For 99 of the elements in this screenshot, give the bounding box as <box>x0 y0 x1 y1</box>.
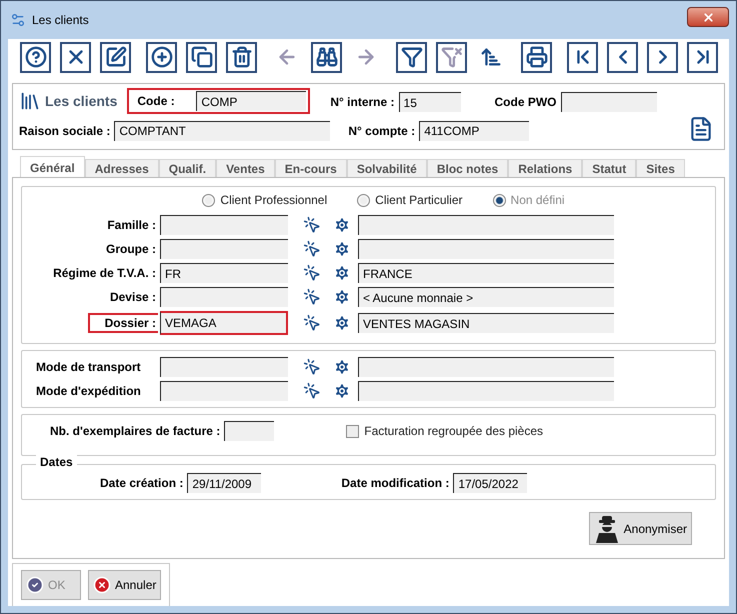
edit-button[interactable] <box>100 42 131 72</box>
tab[interactable]: Ventes <box>216 159 275 178</box>
field-label: Mode d'expédition <box>35 384 142 398</box>
creation-date-field[interactable]: 29/11/2009 <box>187 473 262 493</box>
code-field[interactable]: VEMAGA <box>160 311 288 335</box>
delete-button[interactable] <box>226 42 257 72</box>
add-button[interactable] <box>146 42 177 72</box>
description-field[interactable] <box>358 381 614 401</box>
sort-icon <box>480 46 502 68</box>
code-field[interactable] <box>160 215 288 235</box>
grouped-invoicing-checkbox[interactable]: Facturation regroupée des pièces <box>346 424 544 438</box>
code-field[interactable] <box>160 287 288 307</box>
field-label: Groupe : <box>105 242 157 256</box>
filter-remove-icon <box>440 46 462 68</box>
tab[interactable]: Adresses <box>84 159 159 178</box>
tab[interactable]: Solvabilité <box>346 159 427 178</box>
internal-number-field[interactable]: 15 <box>398 92 461 112</box>
settings-icon[interactable] <box>333 358 351 376</box>
code-field[interactable]: COMP <box>196 91 306 111</box>
modification-date-field[interactable]: 17/05/2022 <box>453 473 528 493</box>
tab[interactable]: Statut <box>582 159 636 178</box>
description-field[interactable]: VENTES MAGASIN <box>358 313 614 333</box>
next-button[interactable] <box>647 42 678 72</box>
settings-icon[interactable] <box>333 382 351 400</box>
settings-icon[interactable] <box>333 216 351 234</box>
print-icon <box>526 46 548 68</box>
invoice-copies-field[interactable] <box>224 421 274 441</box>
modification-date-label: Date modification : <box>341 476 450 490</box>
pwo-code-field[interactable] <box>560 92 657 112</box>
select-icon[interactable] <box>303 216 321 234</box>
tab[interactable]: Qualif. <box>158 159 216 178</box>
cancel-button[interactable]: Annuler <box>88 570 162 600</box>
description-field[interactable]: FRANCE <box>358 263 614 283</box>
close-button[interactable] <box>60 42 91 72</box>
description-field[interactable] <box>358 239 614 259</box>
close-icon <box>702 10 714 24</box>
help-button[interactable] <box>20 42 51 72</box>
tab[interactable]: Relations <box>508 159 582 178</box>
client-type-radio[interactable]: Client Professionnel <box>202 193 328 207</box>
tab[interactable]: Sites <box>636 159 685 178</box>
settings-icon[interactable] <box>333 288 351 306</box>
anonymise-button[interactable]: Anonymiser <box>588 512 692 545</box>
filter-icon <box>400 46 422 68</box>
search-button[interactable] <box>311 42 342 72</box>
select-icon[interactable] <box>303 288 321 306</box>
creation-date-label: Date création : <box>100 476 184 490</box>
company-name-label: Raison sociale : <box>19 124 110 138</box>
print-button[interactable] <box>521 42 552 72</box>
select-icon[interactable] <box>303 264 321 282</box>
check-icon <box>26 576 44 594</box>
account-number-label: N° compte : <box>348 124 416 138</box>
field-label: Dossier : <box>88 313 158 333</box>
description-field[interactable] <box>358 357 614 377</box>
select-icon[interactable] <box>303 382 321 400</box>
spy-icon <box>594 514 620 542</box>
edit-icon <box>104 46 126 68</box>
dates-legend: Dates <box>36 455 77 469</box>
first-page-button[interactable] <box>567 42 598 72</box>
close-button[interactable] <box>687 7 729 27</box>
code-label: Code : <box>137 94 176 108</box>
previous-button[interactable] <box>607 42 638 72</box>
tab[interactable]: En-cours <box>274 159 347 178</box>
code-field[interactable]: FR <box>160 263 288 283</box>
client-type-radio[interactable]: Client Particulier <box>357 193 463 207</box>
copy-icon <box>190 46 212 68</box>
tab[interactable]: Général <box>20 156 85 178</box>
copy-button[interactable] <box>186 42 217 72</box>
field-label: Famille : <box>106 218 157 232</box>
invoice-copies-label: Nb. d'exemplaires de facture : <box>50 424 220 438</box>
select-icon[interactable] <box>303 314 321 332</box>
account-number-field[interactable]: 411COMP <box>419 120 530 140</box>
header-title: Les clients <box>45 93 118 109</box>
internal-number-label: N° interne : <box>330 95 395 109</box>
company-name-field[interactable]: COMPTANT <box>114 120 330 140</box>
app-icon <box>10 12 26 28</box>
code-field[interactable] <box>160 357 288 377</box>
search-icon <box>316 46 338 68</box>
add-icon <box>150 46 172 68</box>
description-field[interactable]: < Aucune monnaie > <box>358 287 614 307</box>
field-label: Devise : <box>108 290 157 304</box>
settings-icon[interactable] <box>333 264 351 282</box>
help-icon <box>24 46 46 68</box>
filter-button[interactable] <box>396 42 427 72</box>
pwo-code-label: Code PWO <box>494 95 557 109</box>
settings-icon[interactable] <box>333 314 351 332</box>
cancel-icon <box>93 576 111 594</box>
window-title: Les clients <box>32 13 89 27</box>
settings-icon[interactable] <box>333 240 351 258</box>
select-icon[interactable] <box>303 358 321 376</box>
select-icon[interactable] <box>303 240 321 258</box>
delete-icon <box>230 46 252 68</box>
code-field[interactable] <box>160 381 288 401</box>
tab[interactable]: Bloc notes <box>426 159 508 178</box>
books-icon <box>19 90 41 112</box>
last-page-button[interactable] <box>687 42 718 72</box>
code-field[interactable] <box>160 239 288 259</box>
field-label: Mode de transport <box>35 360 142 374</box>
description-field[interactable] <box>358 215 614 235</box>
field-label: Régime de T.V.A. : <box>52 266 157 280</box>
